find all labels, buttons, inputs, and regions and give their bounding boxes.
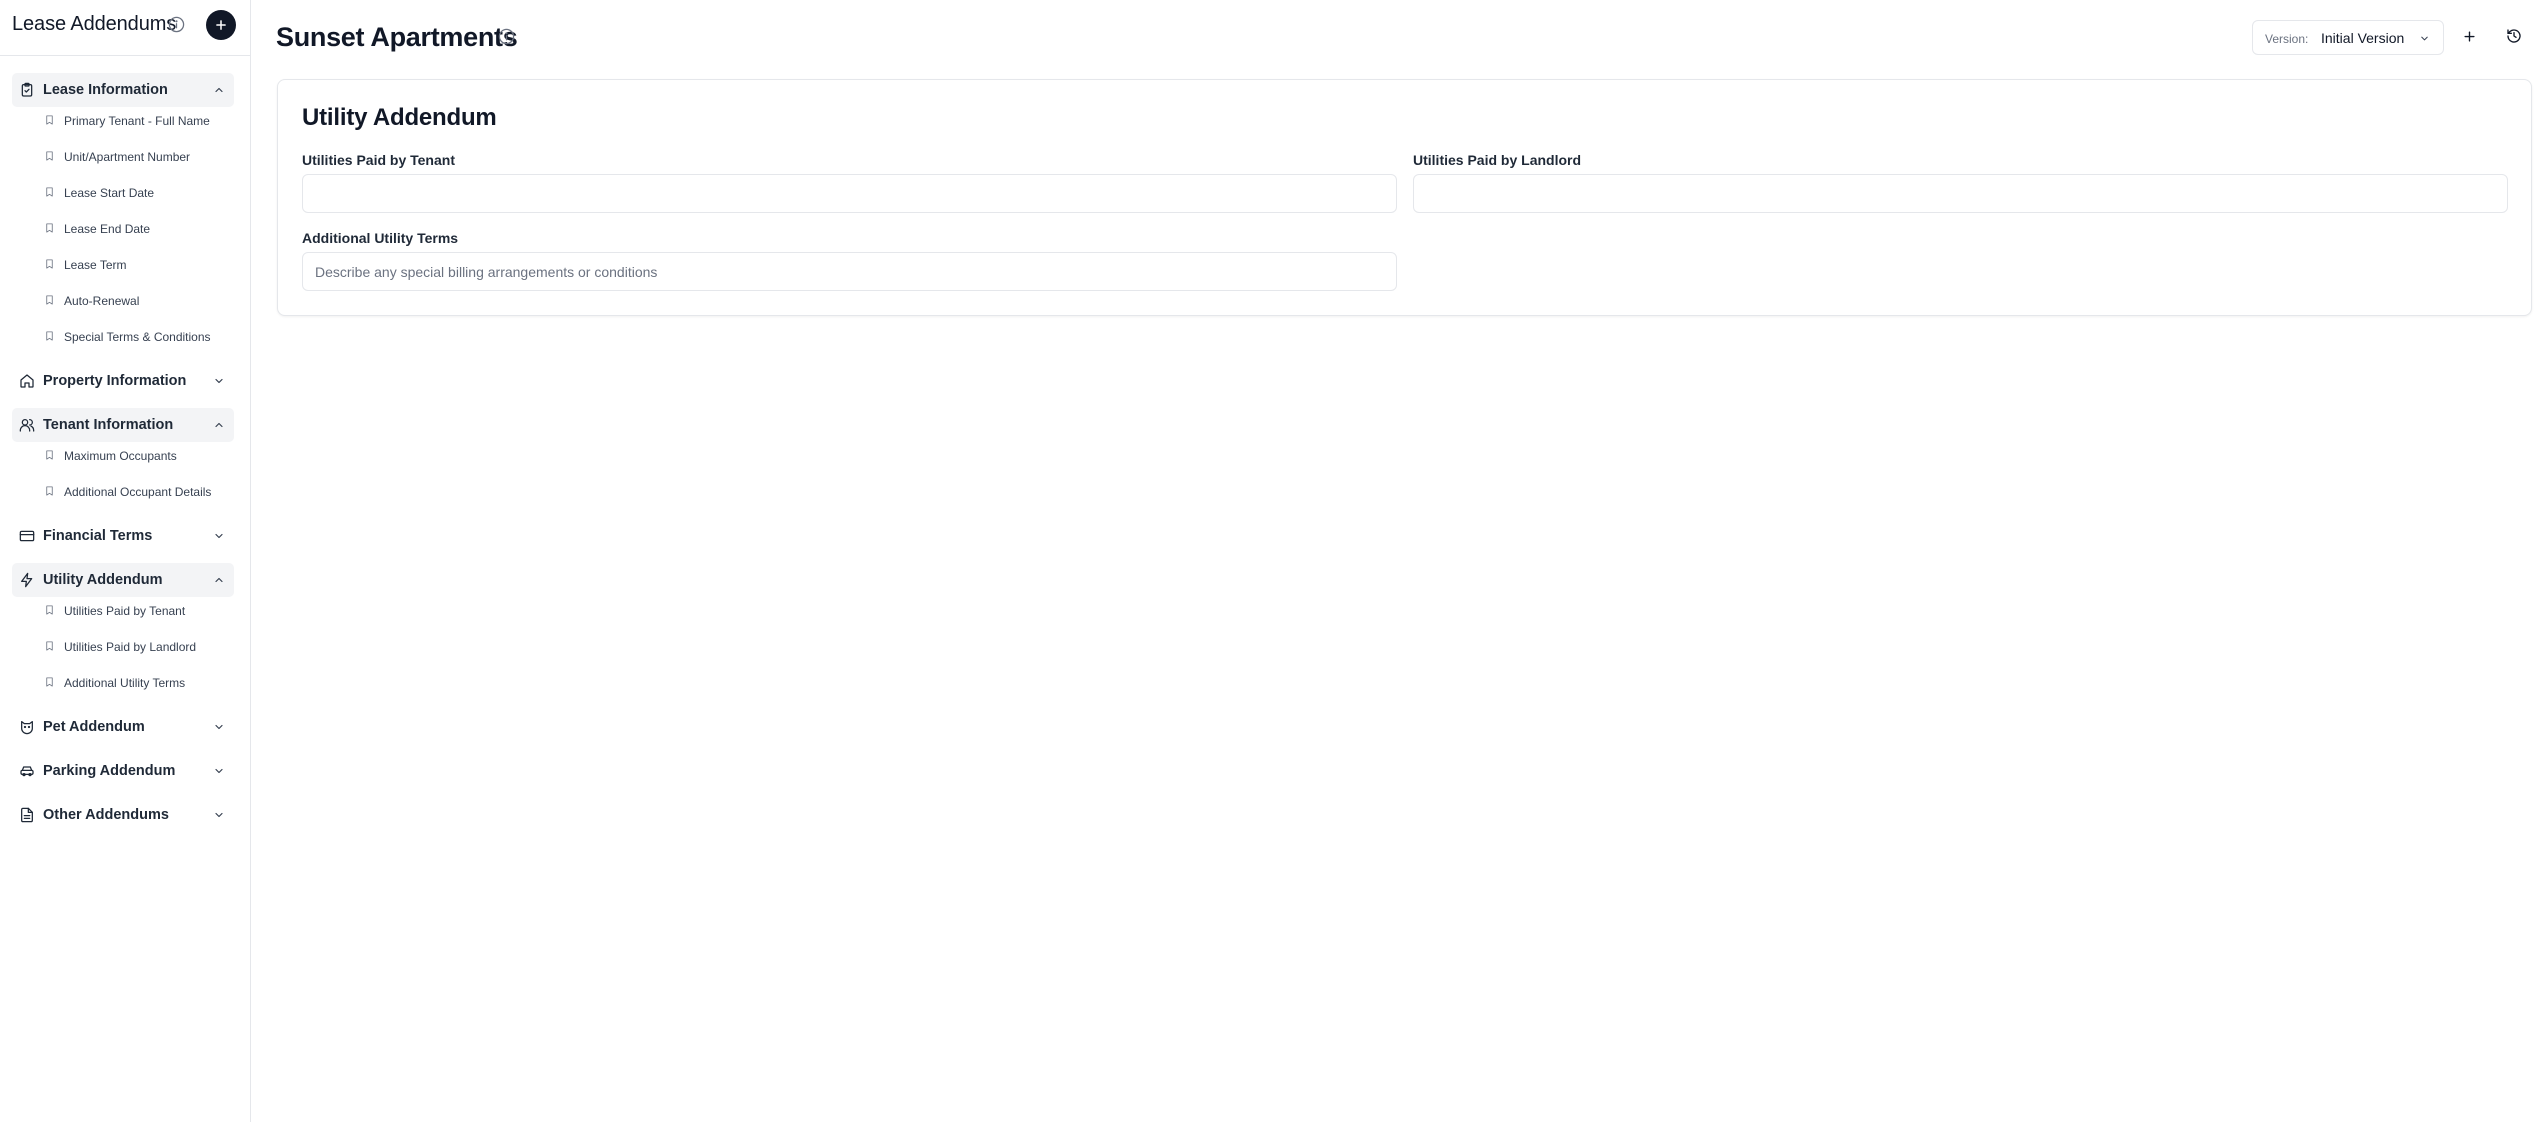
cat-icon	[21, 721, 33, 735]
sidebar-section-label: Tenant Information	[43, 417, 174, 433]
sidebar-section-label: Lease Information	[43, 82, 168, 98]
sidebar-item-lease-term[interactable]: Lease Term	[44, 253, 244, 277]
additional-terms-label: Additional Utility Terms	[302, 230, 459, 246]
chevron-up-icon	[215, 87, 223, 93]
sidebar-item-label: Maximum Occupants	[64, 449, 177, 463]
bookmark-icon	[46, 151, 53, 161]
version-value: Initial Version	[2321, 30, 2405, 46]
landlord-utilities-input[interactable]	[1413, 174, 2508, 213]
clipboard-icon	[21, 82, 33, 97]
sidebar-item-label: Lease Start Date	[64, 186, 155, 200]
sidebar-section-financial-terms[interactable]: Financial Terms	[12, 519, 234, 553]
history-icon	[2507, 29, 2521, 43]
version-select[interactable]: Version: Initial Version	[2252, 20, 2444, 55]
bookmark-icon	[46, 605, 53, 615]
sidebar-item-label: Additional Utility Terms	[64, 676, 186, 690]
version-label: Version:	[2265, 32, 2309, 46]
sidebar-item-label: Unit/Apartment Number	[64, 150, 191, 164]
sidebar-item-special-terms-and-conditions[interactable]: Special Terms & Conditions	[44, 325, 244, 349]
bookmark-icon	[46, 295, 53, 305]
additional-terms-input[interactable]	[302, 252, 1397, 291]
add-addendum-button[interactable]	[206, 10, 236, 40]
chevron-down-icon	[215, 724, 223, 730]
bookmark-icon	[46, 187, 53, 197]
sidebar-section-label: Parking Addendum	[43, 763, 176, 779]
bookmark-icon	[46, 641, 53, 651]
sidebar-section-label: Utility Addendum	[43, 572, 163, 588]
tenant-utilities-input[interactable]	[302, 174, 1397, 213]
tenant-utilities-label: Utilities Paid by Tenant	[302, 152, 455, 168]
sidebar-section-utility-addendum[interactable]: Utility Addendum	[12, 563, 234, 597]
sidebar-section-property-information[interactable]: Property Information	[12, 364, 234, 398]
car-icon	[20, 766, 34, 777]
sidebar-section-parking-addendum[interactable]: Parking Addendum	[12, 754, 234, 788]
sidebar-item-additional-occupant-details[interactable]: Additional Occupant Details	[44, 480, 244, 504]
sidebar-item-auto-renewal[interactable]: Auto-Renewal	[44, 289, 244, 313]
plug-icon	[21, 572, 33, 588]
sidebar-item-label: Auto-Renewal	[64, 294, 140, 308]
sidebar-section-label: Financial Terms	[43, 528, 153, 544]
version-history-button[interactable]	[2502, 24, 2526, 48]
sidebar-item-utilities-paid-by-landlord[interactable]: Utilities Paid by Landlord	[44, 635, 244, 659]
sidebar-item-primary-tenant-full-name[interactable]: Primary Tenant - Full Name	[44, 109, 244, 133]
sidebar-section-other-addendums[interactable]: Other Addendums	[12, 798, 234, 832]
users-icon	[19, 419, 35, 432]
plus-icon	[216, 20, 226, 30]
page-title: Sunset Apartments	[276, 22, 518, 52]
bookmark-icon	[46, 331, 53, 341]
info-icon[interactable]	[498, 28, 515, 45]
plus-icon	[2463, 30, 2475, 42]
chevron-up-icon	[215, 422, 223, 428]
utility-addendum-card: Utility Addendum Utilities Paid by Tenan…	[277, 79, 2532, 316]
house-icon	[20, 374, 34, 388]
sidebar-item-label: Utilities Paid by Tenant	[64, 604, 186, 618]
sidebar-section-label: Property Information	[43, 373, 187, 389]
chevron-down-icon	[215, 378, 223, 384]
add-version-button[interactable]	[2457, 24, 2481, 48]
chevron-down-icon	[215, 812, 223, 818]
sidebar-header: Lease Addendums	[0, 0, 250, 56]
sidebar-item-label: Special Terms & Conditions	[64, 330, 211, 344]
sidebar-item-lease-end-date[interactable]: Lease End Date	[44, 217, 244, 241]
bookmark-icon	[46, 115, 53, 125]
bookmark-icon	[46, 677, 53, 687]
sidebar-section-tenant-information[interactable]: Tenant Information	[12, 408, 234, 442]
info-icon[interactable]	[168, 16, 185, 33]
sidebar-title: Lease Addendums	[12, 13, 177, 35]
sidebar-item-lease-start-date[interactable]: Lease Start Date	[44, 181, 244, 205]
bookmark-icon	[46, 223, 53, 233]
credit-card-icon	[19, 530, 35, 542]
sidebar-section-label: Other Addendums	[43, 807, 169, 823]
chevron-down-icon	[215, 533, 223, 539]
bookmark-icon	[46, 450, 53, 460]
sidebar-item-label: Primary Tenant - Full Name	[64, 114, 210, 128]
sidebar: Lease Addendums Lease Information Primary…	[0, 0, 251, 1122]
sidebar-item-additional-utility-terms[interactable]: Additional Utility Terms	[44, 671, 244, 695]
sidebar-item-label: Additional Occupant Details	[64, 485, 212, 499]
chevron-up-icon	[215, 577, 223, 583]
chevron-down-icon	[215, 768, 223, 774]
sidebar-section-pet-addendum[interactable]: Pet Addendum	[12, 710, 234, 744]
bookmark-icon	[46, 486, 53, 496]
sidebar-item-label: Lease End Date	[64, 222, 151, 236]
sidebar-item-maximum-occupants[interactable]: Maximum Occupants	[44, 444, 244, 468]
sidebar-section-label: Pet Addendum	[43, 719, 145, 735]
card-title: Utility Addendum	[302, 104, 497, 131]
sidebar-section-lease-information[interactable]: Lease Information	[12, 73, 234, 107]
landlord-utilities-label: Utilities Paid by Landlord	[1413, 152, 1582, 168]
chevron-down-icon	[2421, 36, 2428, 41]
sidebar-item-label: Lease Term	[64, 258, 127, 272]
sidebar-item-utilities-paid-by-tenant[interactable]: Utilities Paid by Tenant	[44, 599, 244, 623]
sidebar-item-unit-apartment-number[interactable]: Unit/Apartment Number	[44, 145, 244, 169]
bookmark-icon	[46, 259, 53, 269]
document-icon	[21, 807, 33, 823]
sidebar-item-label: Utilities Paid by Landlord	[64, 640, 197, 654]
